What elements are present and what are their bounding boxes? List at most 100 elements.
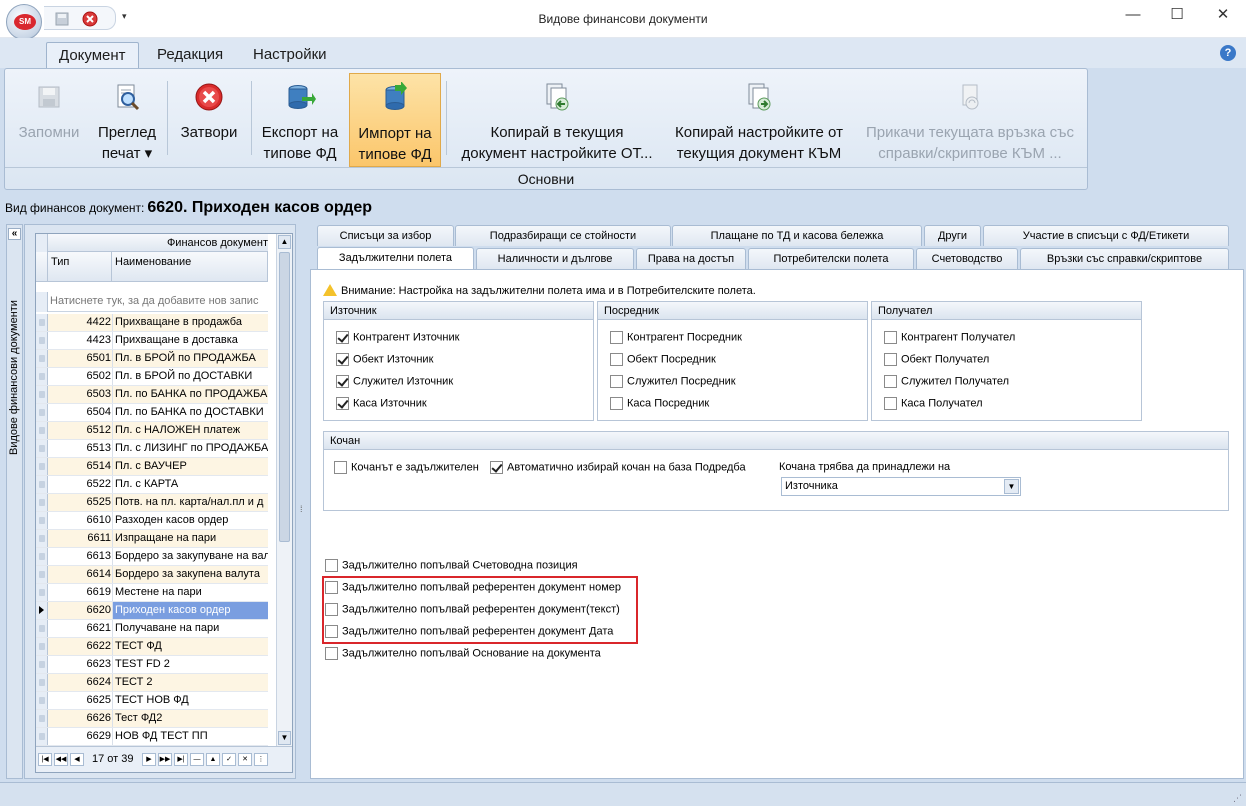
intermediary-checkbox-2[interactable]: Служител Посредник — [610, 375, 736, 388]
table-row[interactable]: 6611 Изпращане на пари — [36, 530, 268, 548]
recipient-checkbox-0[interactable]: Контрагент Получател — [884, 331, 1015, 344]
cell-name[interactable]: Местене на пари — [112, 584, 268, 601]
cell-type[interactable]: 6503 — [49, 388, 111, 400]
row-indicator[interactable] — [36, 494, 48, 511]
tab-list-participation[interactable]: Участие в списъци с ФД/Етикети — [983, 225, 1229, 246]
tab-default-values[interactable]: Подразбиращи се стойности — [455, 225, 671, 246]
row-indicator[interactable] — [36, 602, 48, 619]
table-row[interactable]: 4423 Прихващане в доставка — [36, 332, 268, 350]
checkbox-box[interactable] — [325, 647, 338, 660]
grid-scrollbar[interactable]: ▲ ▼ — [276, 234, 292, 746]
cell-type[interactable]: 6622 — [49, 640, 111, 652]
cell-type[interactable]: 6620 — [49, 604, 111, 616]
tab-settings[interactable]: Настройки — [241, 42, 339, 68]
tab-payment-receipt[interactable]: Плащане по ТД и касова бележка — [672, 225, 922, 246]
copy-settings-from-button[interactable]: Копирай в текущия документ настройките ОТ… — [451, 73, 663, 167]
row-indicator[interactable] — [36, 476, 48, 493]
cell-type[interactable]: 4422 — [49, 316, 111, 328]
table-row[interactable]: 6620 Приходен касов ордер — [36, 602, 268, 620]
row-indicator[interactable] — [36, 440, 48, 457]
source-checkbox-2[interactable]: Служител Източник — [336, 375, 453, 388]
checkbox-box[interactable] — [884, 353, 897, 366]
cell-name[interactable]: Пл. с ВАУЧЕР — [112, 458, 268, 475]
row-indicator[interactable] — [36, 638, 48, 655]
scroll-up-icon[interactable]: ▲ — [278, 235, 291, 249]
table-row[interactable]: 6501 Пл. в БРОЙ по ПРОДАЖБА — [36, 350, 268, 368]
nav-prev-icon[interactable]: ◀ — [70, 753, 84, 766]
checkbox-box[interactable] — [336, 353, 349, 366]
cell-name[interactable]: Прихващане в доставка — [112, 332, 268, 349]
checkbox-box[interactable] — [336, 397, 349, 410]
row-indicator[interactable] — [36, 386, 48, 403]
nav-prev-page-icon[interactable]: ◀◀ — [54, 753, 68, 766]
export-types-button[interactable]: Експорт на типове ФД — [255, 73, 345, 167]
collapse-panel-button[interactable]: « — [8, 228, 21, 240]
row-indicator[interactable] — [36, 548, 48, 565]
cell-name[interactable]: ТЕСТ ФД — [112, 638, 268, 655]
cell-name[interactable]: Пл. с КАРТА — [112, 476, 268, 493]
copy-settings-to-button[interactable]: Копирай настройките от текущия документ К… — [665, 73, 853, 167]
cell-name[interactable]: Пл. с ЛИЗИНГ по ПРОДАЖБА — [112, 440, 268, 457]
help-icon[interactable]: ? — [1220, 45, 1236, 61]
table-row[interactable]: 6610 Разходен касов ордер — [36, 512, 268, 530]
row-indicator[interactable] — [36, 404, 48, 421]
row-indicator[interactable] — [36, 458, 48, 475]
table-row[interactable]: 6619 Местене на пари — [36, 584, 268, 602]
checkbox-box[interactable] — [610, 353, 623, 366]
cell-name[interactable]: Пл. по БАНКА по ПРОДАЖБА — [112, 386, 268, 403]
document-types-grid[interactable]: Финансов документ Тип Наименование Натис… — [35, 233, 293, 773]
table-row[interactable]: 6629 НОВ ФД ТЕСТ ПП — [36, 728, 268, 746]
cell-type[interactable]: 6501 — [49, 352, 111, 364]
nav-insert-icon[interactable]: ▲ — [206, 753, 220, 766]
cell-type[interactable]: 6614 — [49, 568, 111, 580]
cell-type[interactable]: 6613 — [49, 550, 111, 562]
checkbox-box[interactable] — [325, 559, 338, 572]
cell-type[interactable]: 6625 — [49, 694, 111, 706]
cell-type[interactable]: 6522 — [49, 478, 111, 490]
cell-type[interactable]: 6502 — [49, 370, 111, 382]
nav-last-icon[interactable]: ▶| — [174, 753, 188, 766]
cell-type[interactable]: 6621 — [49, 622, 111, 634]
save-button[interactable]: Запомни — [11, 73, 87, 167]
cell-name[interactable]: Изпращане на пари — [112, 530, 268, 547]
bag-required-checkbox[interactable]: Кочанът е задължителен — [334, 461, 479, 474]
row-indicator[interactable] — [36, 620, 48, 637]
cell-type[interactable]: 6623 — [49, 658, 111, 670]
scroll-down-icon[interactable]: ▼ — [278, 731, 291, 745]
resize-grip-icon[interactable]: ⋰ — [1233, 793, 1242, 804]
row-indicator[interactable] — [36, 512, 48, 529]
cell-name[interactable]: Тест ФД2 — [112, 710, 268, 727]
checkbox-box[interactable] — [336, 331, 349, 344]
tab-report-links[interactable]: Връзки със справки/скриптове — [1020, 248, 1229, 269]
tab-stock-debts[interactable]: Наличности и дългове — [476, 248, 634, 269]
cell-name[interactable]: Пл. в БРОЙ по ПРОДАЖБА — [112, 350, 268, 367]
row-indicator[interactable] — [36, 422, 48, 439]
minimize-button[interactable]: — — [1110, 4, 1156, 28]
cell-type[interactable]: 6504 — [49, 406, 111, 418]
row-indicator[interactable] — [36, 368, 48, 385]
cell-type[interactable]: 6512 — [49, 424, 111, 436]
cell-name[interactable]: Бордеро за закупуване на вал — [112, 548, 268, 565]
nav-more-icon[interactable]: ⋮ — [254, 753, 268, 766]
nav-confirm-icon[interactable]: ✓ — [222, 753, 236, 766]
nav-first-icon[interactable]: |◀ — [38, 753, 52, 766]
tab-mandatory-fields[interactable]: Задължителни полета — [317, 247, 474, 269]
recipient-checkbox-3[interactable]: Каса Получател — [884, 397, 983, 410]
import-types-button[interactable]: Импорт на типове ФД — [349, 73, 441, 167]
row-indicator[interactable] — [36, 656, 48, 673]
table-row[interactable]: 4422 Прихващане в продажба — [36, 314, 268, 332]
row-indicator[interactable] — [36, 530, 48, 547]
cell-name[interactable]: Пл. с НАЛОЖЕН платеж — [112, 422, 268, 439]
cell-name[interactable]: НОВ ФД ТЕСТ ПП — [112, 728, 268, 745]
source-checkbox-1[interactable]: Обект Източник — [336, 353, 433, 366]
tab-accounting[interactable]: Счетоводство — [916, 248, 1018, 269]
tab-edit[interactable]: Редакция — [145, 42, 235, 68]
intermediary-checkbox-1[interactable]: Обект Посредник — [610, 353, 716, 366]
table-row[interactable]: 6624 ТЕСТ 2 — [36, 674, 268, 692]
cell-type[interactable]: 6525 — [49, 496, 111, 508]
cell-type[interactable]: 6611 — [49, 532, 111, 544]
panel-splitter[interactable]: ⁞ — [298, 224, 308, 779]
cell-type[interactable]: 6626 — [49, 712, 111, 724]
cell-type[interactable]: 6513 — [49, 442, 111, 454]
cell-name[interactable]: TEST FD 2 — [112, 656, 268, 673]
